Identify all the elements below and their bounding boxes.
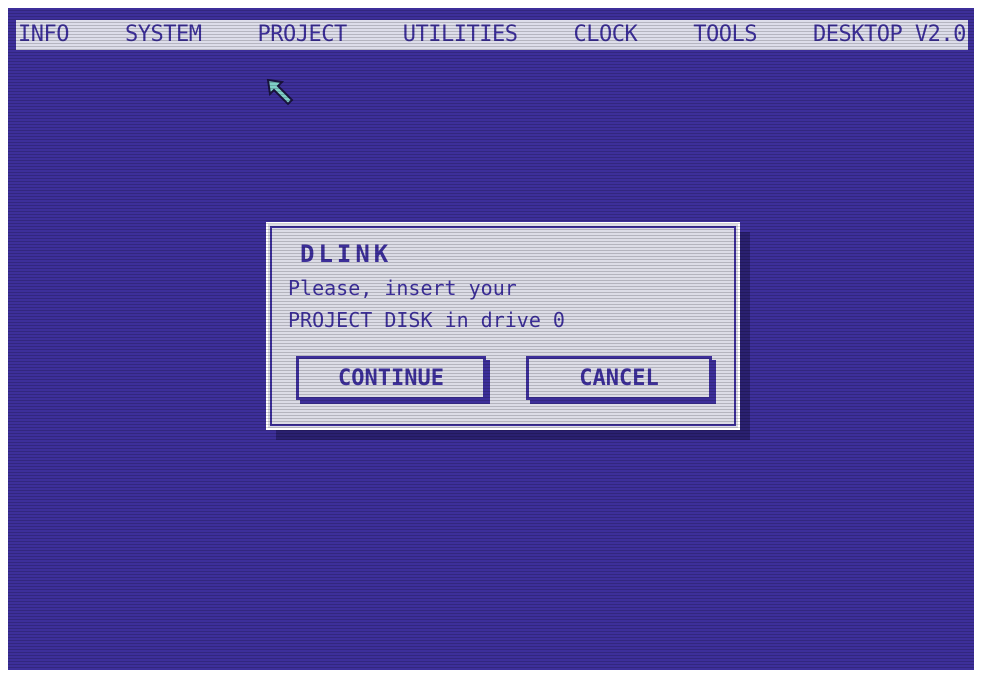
dialog-title: DLINK — [300, 240, 393, 268]
dialog-message-line-2: PROJECT DISK in drive 0 — [288, 308, 565, 332]
continue-button[interactable]: CONTINUE — [296, 356, 486, 400]
insert-disk-dialog: DLINK Please, insert your PROJECT DISK i… — [266, 222, 740, 430]
menu-info[interactable]: INFO — [18, 20, 69, 50]
desktop-screen: INFO SYSTEM PROJECT UTILITIES CLOCK TOOL… — [8, 8, 974, 670]
menu-utilities[interactable]: UTILITIES — [403, 20, 518, 50]
dialog-message-line-1: Please, insert your — [288, 276, 517, 300]
menu-clock[interactable]: CLOCK — [573, 20, 637, 50]
cancel-button[interactable]: CANCEL — [526, 356, 712, 400]
menu-desktop-version[interactable]: DESKTOP V2.0 — [813, 20, 966, 50]
menu-project[interactable]: PROJECT — [258, 20, 348, 50]
menu-system[interactable]: SYSTEM — [125, 20, 202, 50]
menu-bar: INFO SYSTEM PROJECT UTILITIES CLOCK TOOL… — [16, 20, 968, 50]
arrow-pointer-icon — [266, 78, 294, 106]
menu-tools[interactable]: TOOLS — [693, 20, 757, 50]
